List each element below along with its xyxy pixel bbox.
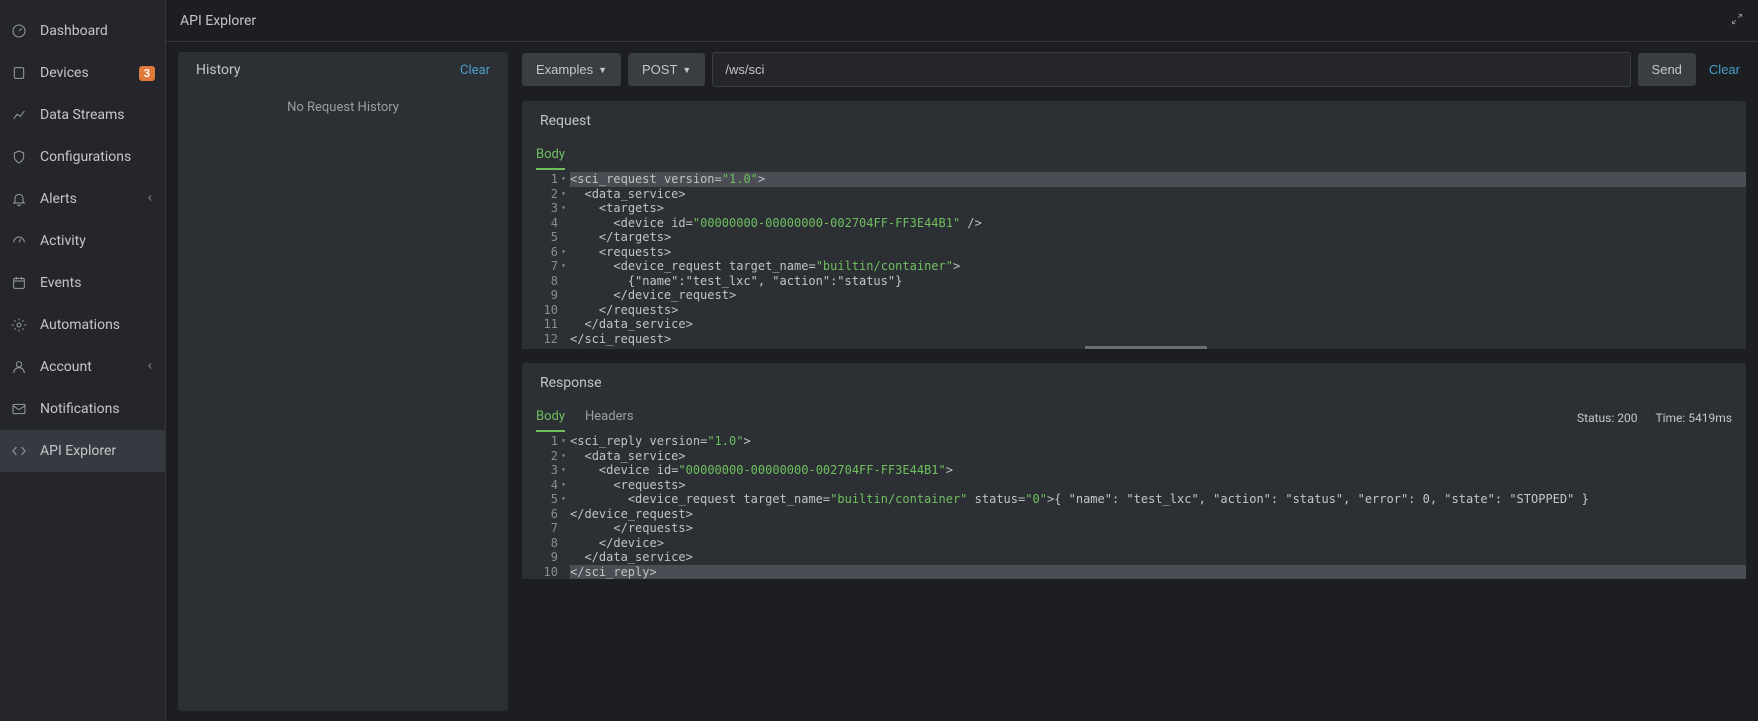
chevron-left-icon	[145, 191, 155, 207]
history-clear-button[interactable]: Clear	[460, 63, 490, 78]
request-panel: Request Body 1▾2▾3▾456▾7▾89101112<sci_re…	[522, 101, 1746, 349]
sidebar-item-dashboard[interactable]: Dashboard	[0, 10, 165, 52]
send-button[interactable]: Send	[1638, 53, 1696, 86]
request-toolbar: Examples ▼ POST ▼ Send Clear	[522, 52, 1746, 87]
request-title: Request	[522, 101, 1746, 141]
mail-icon	[10, 400, 28, 418]
method-label: POST	[642, 62, 677, 77]
expand-icon[interactable]	[1730, 12, 1744, 30]
response-body-viewer[interactable]: 1▾2▾3▾4▾5▾678910<sci_reply version="1.0"…	[522, 434, 1746, 579]
examples-label: Examples	[536, 62, 593, 77]
main-area: API Explorer History Clear No Request Hi…	[166, 0, 1758, 721]
line-gutter: 1▾2▾3▾4▾5▾678910	[522, 434, 564, 579]
response-status: Status: 200	[1577, 411, 1637, 425]
sidebar-item-notifications[interactable]: Notifications	[0, 388, 165, 430]
calendar-icon	[10, 274, 28, 292]
badge: 3	[139, 66, 155, 81]
request-body-editor[interactable]: 1▾2▾3▾456▾7▾89101112<sci_request version…	[522, 172, 1746, 346]
sidebar-item-label: Devices	[40, 65, 127, 81]
shield-icon	[10, 148, 28, 166]
response-panel: Response Body Headers Status: 200 Time: …	[522, 363, 1746, 579]
line-gutter: 1▾2▾3▾456▾7▾89101112	[522, 172, 564, 346]
sidebar-item-label: Notifications	[40, 401, 155, 417]
device-icon	[10, 64, 28, 82]
user-icon	[10, 358, 28, 376]
response-title: Response	[522, 363, 1746, 403]
scroll-indicator	[522, 346, 1746, 349]
history-panel: History Clear No Request History	[178, 52, 508, 711]
url-input[interactable]	[712, 52, 1630, 87]
sidebar-item-label: Alerts	[40, 191, 133, 207]
examples-dropdown[interactable]: Examples ▼	[522, 53, 621, 86]
bell-icon	[10, 190, 28, 208]
history-empty-text: No Request History	[178, 88, 508, 711]
gauge-icon	[10, 22, 28, 40]
sidebar-item-label: Automations	[40, 317, 155, 333]
code-content[interactable]: <sci_request version="1.0"> <data_servic…	[564, 172, 1746, 346]
code-icon	[10, 442, 28, 460]
code-content[interactable]: <sci_reply version="1.0"> <data_service>…	[564, 434, 1746, 579]
sidebar-item-label: Activity	[40, 233, 155, 249]
chevron-down-icon: ▼	[682, 65, 691, 75]
sidebar-item-automations[interactable]: Automations	[0, 304, 165, 346]
sidebar-item-label: Configurations	[40, 149, 155, 165]
tab-headers[interactable]: Headers	[585, 403, 634, 432]
activity-icon	[10, 232, 28, 250]
method-dropdown[interactable]: POST ▼	[628, 53, 705, 86]
sidebar-item-devices[interactable]: Devices 3	[0, 52, 165, 94]
sidebar-item-activity[interactable]: Activity	[0, 220, 165, 262]
sidebar: Dashboard Devices 3 Data Streams Configurati…	[0, 0, 166, 721]
clear-button[interactable]: Clear	[1703, 53, 1746, 86]
page-title: API Explorer	[180, 13, 1730, 29]
sidebar-item-label: Events	[40, 275, 155, 291]
chevron-down-icon: ▼	[598, 65, 607, 75]
sidebar-item-label: Data Streams	[40, 107, 155, 123]
sidebar-item-alerts[interactable]: Alerts	[0, 178, 165, 220]
chevron-left-icon	[145, 359, 155, 375]
sidebar-item-account[interactable]: Account	[0, 346, 165, 388]
sidebar-item-configurations[interactable]: Configurations	[0, 136, 165, 178]
sidebar-item-label: Dashboard	[40, 23, 155, 39]
gear-icon	[10, 316, 28, 334]
chart-icon	[10, 106, 28, 124]
sidebar-item-label: Account	[40, 359, 133, 375]
sidebar-item-events[interactable]: Events	[0, 262, 165, 304]
sidebar-item-api-explorer[interactable]: API Explorer	[0, 430, 165, 472]
tab-body[interactable]: Body	[536, 403, 565, 432]
sidebar-item-data-streams[interactable]: Data Streams	[0, 94, 165, 136]
tab-body[interactable]: Body	[536, 141, 565, 170]
response-time: Time: 5419ms	[1655, 411, 1732, 425]
topbar: API Explorer	[166, 0, 1758, 42]
history-title: History	[196, 62, 241, 78]
sidebar-item-label: API Explorer	[40, 443, 155, 459]
